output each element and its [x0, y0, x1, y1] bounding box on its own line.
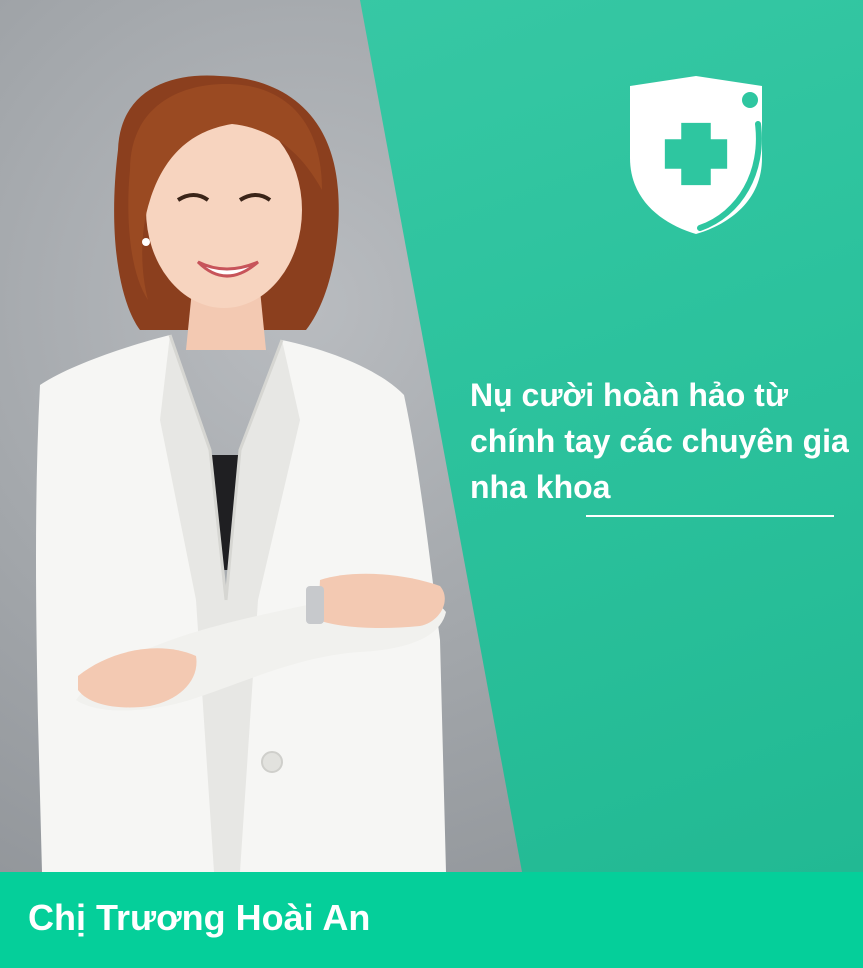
coat-button	[261, 751, 283, 773]
medical-shield-plus-icon	[630, 76, 762, 234]
wristwatch	[306, 586, 324, 624]
headline: Nụ cười hoàn hảo từ chính tay các chuyên…	[470, 377, 849, 505]
banner: Nụ cười hoàn hảo từ chính tay các chuyên…	[0, 0, 863, 968]
right-hand	[318, 573, 445, 628]
headline-divider	[586, 515, 834, 517]
footer-bar: Chị Trương Hoài An	[0, 872, 863, 968]
earring	[142, 238, 150, 246]
person-name: Chị Trương Hoài An	[28, 897, 371, 938]
